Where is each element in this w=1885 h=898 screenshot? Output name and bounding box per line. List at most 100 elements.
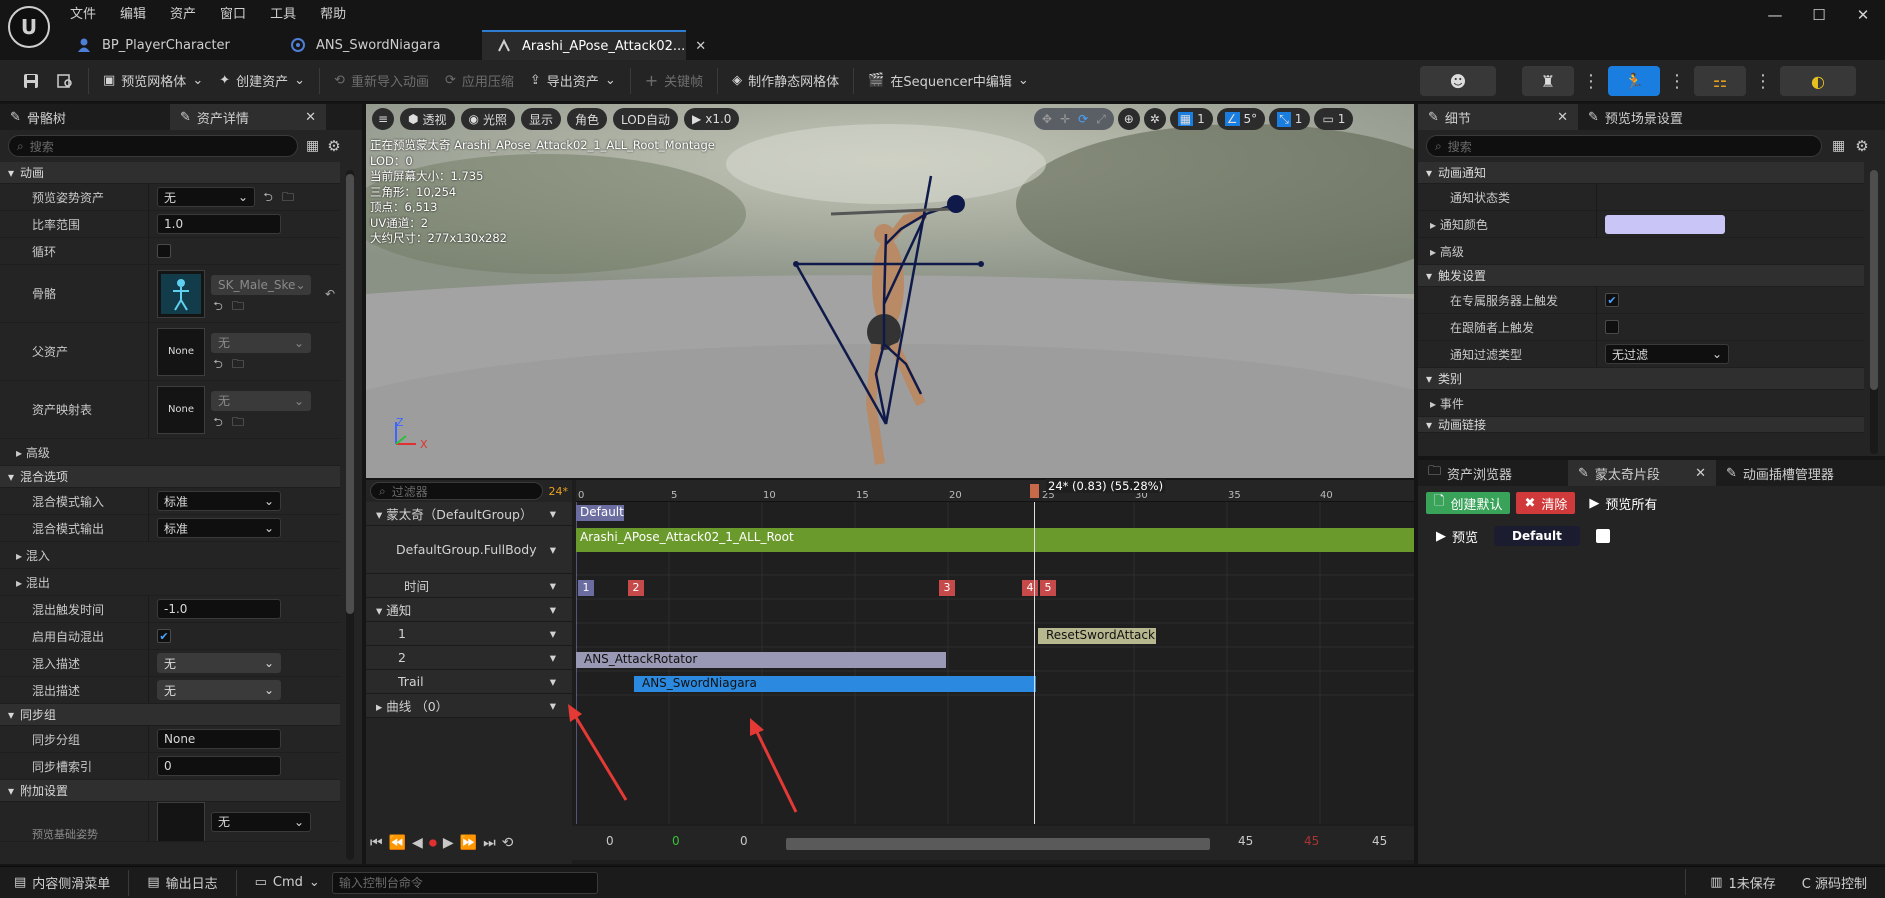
row-blend-out[interactable]: ▸ 混出	[0, 569, 340, 596]
viewport-menu-button[interactable]: ≡	[372, 108, 394, 130]
notify-reset-sword-attack[interactable]: ResetSwordAttack	[1038, 628, 1156, 644]
browse-folder-icon[interactable]: 🗀	[231, 299, 245, 313]
timeline-scrollbar[interactable]	[786, 838, 1210, 850]
track-trail[interactable]: Trail ▾	[366, 670, 572, 694]
asset-mapping-thumbnail[interactable]: None	[157, 385, 205, 434]
menu-help[interactable]: 帮助	[308, 0, 358, 30]
tab-asset-details[interactable]: ✎ 资产详情 ✕	[170, 104, 326, 130]
record-icon[interactable]: ⏺	[429, 833, 437, 853]
use-selected-icon[interactable]: ⮌	[261, 190, 275, 204]
preview-pose-dropdown[interactable]: 无 ⌄	[157, 187, 255, 207]
track-notifies[interactable]: ▾ 通知 ▾	[366, 598, 572, 622]
category-sync-group[interactable]: ▾ 同步组	[0, 704, 340, 726]
skip-to-start-icon[interactable]: ⏮	[370, 835, 383, 851]
step-forward-icon[interactable]: ⏩	[460, 835, 477, 851]
export-asset-button[interactable]: ⇪ 导出资产 ⌄	[522, 66, 624, 96]
play-reverse-icon[interactable]: ◀	[412, 835, 423, 851]
menu-asset[interactable]: 资产	[158, 0, 208, 30]
fps-label[interactable]: 24*	[549, 485, 569, 498]
more-options-icon[interactable]: ⋮	[1580, 71, 1602, 92]
maximize-icon[interactable]: ☐	[1797, 0, 1841, 30]
cmd-dropdown[interactable]: ▭ Cmd ⌄	[247, 870, 328, 896]
timing-marker[interactable]: 5	[1040, 580, 1056, 596]
more-options-icon[interactable]: ⋮	[1666, 71, 1688, 92]
tab-bp-player-character[interactable]: BP_PlayerCharacter	[62, 30, 276, 60]
blend-out-profile-dropdown[interactable]: 无 ⌄	[157, 680, 281, 700]
track-menu-icon[interactable]: ▾	[550, 578, 556, 593]
skeleton-mode-button[interactable]: ☻	[1420, 66, 1496, 96]
skeleton-dropdown[interactable]: SK_Male_Ske ⌄	[211, 274, 311, 295]
preview-mesh-button[interactable]: ▣ 预览网格体 ⌄	[95, 66, 211, 96]
filter-input[interactable]: ⌕ 过滤器	[370, 482, 543, 500]
auto-blend-out-checkbox[interactable]: ✔	[157, 629, 171, 643]
section-checkbox[interactable]	[1595, 529, 1610, 543]
skip-to-end-icon[interactable]: ⏭	[483, 835, 496, 851]
use-selected-icon[interactable]: ⮌	[211, 357, 225, 371]
timing-marker[interactable]: 3	[939, 580, 955, 596]
play-rate-button[interactable]: ▶ x1.0	[683, 108, 740, 130]
angle-snap-button[interactable]: ∠ 5°	[1216, 108, 1266, 130]
timing-marker[interactable]: 4	[1022, 580, 1038, 596]
blend-in-profile-dropdown[interactable]: 无 ⌄	[157, 653, 281, 673]
console-command-input[interactable]: 输入控制台命令	[331, 871, 598, 894]
dedicated-server-checkbox[interactable]: ✔	[1605, 293, 1619, 307]
reset-arrow-icon[interactable]: ↶	[323, 287, 337, 301]
tab-skeleton-tree[interactable]: ✎ 骨骼树	[0, 104, 170, 130]
lit-button[interactable]: ◉ 光照	[460, 108, 515, 130]
parent-asset-dropdown[interactable]: 无 ⌄	[211, 332, 311, 353]
translate-icon[interactable]: ✛	[1060, 112, 1070, 126]
asset-mapping-dropdown[interactable]: 无 ⌄	[211, 390, 311, 411]
browse-folder-icon[interactable]: 🗀	[231, 415, 245, 429]
grid-snap-button[interactable]: ▦ 1	[1169, 108, 1213, 130]
table-view-icon[interactable]: ▦	[306, 138, 319, 154]
details-search-input[interactable]: ⌕ 搜索	[1426, 135, 1822, 157]
notify-sword-niagara[interactable]: ANS_SwordNiagara	[634, 676, 1036, 692]
range-end-value[interactable]: 45	[1304, 834, 1319, 848]
playhead-handle[interactable]	[1030, 484, 1039, 498]
scale-icon[interactable]: ⤢	[1096, 112, 1106, 127]
minimize-icon[interactable]: —	[1753, 0, 1797, 30]
category-category[interactable]: ▾ 类别	[1418, 368, 1864, 390]
play-icon[interactable]: ▶	[443, 835, 454, 851]
gear-icon[interactable]: ⚙	[327, 137, 340, 155]
content-drawer-button[interactable]: ▤ 内容侧滑菜单	[6, 870, 118, 896]
section-default[interactable]: Default	[576, 505, 624, 521]
tab-ans-sword-niagara[interactable]: ANS_SwordNiagara	[276, 30, 482, 60]
view-start-value[interactable]: 0	[672, 834, 680, 848]
preview-button[interactable]: ▶ 预览	[1436, 521, 1478, 551]
skeleton-thumbnail[interactable]	[157, 269, 205, 318]
physics-mode-button[interactable]: ◐	[1780, 66, 1856, 96]
tab-details[interactable]: ✎ 细节 ✕	[1418, 104, 1578, 130]
scale-snap-button[interactable]: ⤡ 1	[1269, 108, 1311, 130]
category-anim-notify[interactable]: ▾ 动画通知	[1418, 162, 1864, 184]
blueprint-mode-button[interactable]: ⚏	[1694, 66, 1746, 96]
menu-edit[interactable]: 编辑	[108, 0, 158, 30]
close-tab-icon[interactable]: ✕	[1695, 466, 1706, 481]
row-advanced[interactable]: ▸ 高级	[1418, 238, 1864, 265]
scrollbar[interactable]	[346, 170, 354, 860]
menu-tools[interactable]: 工具	[258, 0, 308, 30]
track-notify-2[interactable]: 2 ▾	[366, 646, 572, 670]
browse-folder-icon[interactable]: 🗀	[281, 190, 295, 204]
scrollbar-thumb[interactable]	[1870, 170, 1878, 390]
edit-in-sequencer-button[interactable]: 🎬 在Sequencer中编辑 ⌄	[860, 66, 1037, 96]
track-timing[interactable]: 时间 ▾	[366, 574, 572, 598]
close-tab-icon[interactable]: ✕	[1557, 110, 1568, 125]
step-back-icon[interactable]: ⏪	[389, 835, 406, 851]
more-options-icon[interactable]: ⋮	[1752, 71, 1774, 92]
close-tab-icon[interactable]: ✕	[305, 110, 316, 125]
table-view-icon[interactable]: ▦	[1832, 138, 1845, 154]
follower-checkbox[interactable]	[1605, 320, 1619, 334]
close-window-icon[interactable]: ✕	[1841, 0, 1885, 30]
preview-all-button[interactable]: ▶ 预览所有	[1581, 488, 1665, 518]
rate-scale-input[interactable]: 1.0	[157, 214, 281, 234]
scrollbar-thumb[interactable]	[346, 174, 354, 614]
timing-marker[interactable]: 2	[628, 580, 644, 596]
loop-icon[interactable]: ⟲	[502, 835, 514, 851]
add-keyframe-button[interactable]: + 关键帧	[637, 66, 711, 96]
view-end-value[interactable]: 45	[1238, 834, 1253, 848]
clear-button[interactable]: ✖ 清除	[1516, 492, 1576, 514]
sync-slot-index-input[interactable]: 0	[157, 756, 281, 776]
notify-attack-rotator[interactable]: ANS_AttackRotator	[576, 652, 946, 668]
menu-window[interactable]: 窗口	[208, 0, 258, 30]
